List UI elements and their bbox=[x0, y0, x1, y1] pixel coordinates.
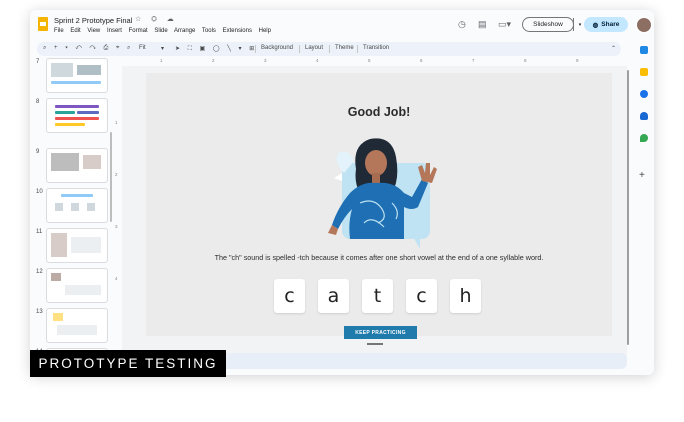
slide-thumbnail[interactable] bbox=[46, 98, 108, 133]
contacts-icon[interactable] bbox=[640, 112, 648, 120]
comment-icon[interactable]: ▤ bbox=[478, 19, 487, 30]
add-addon-icon[interactable]: + bbox=[639, 170, 645, 181]
slide-thumbnail[interactable] bbox=[46, 228, 108, 263]
collapse-toolbar-icon[interactable]: ⌃ bbox=[611, 45, 616, 52]
toolbar-insert-icons[interactable]: ➤ ⛶ ▣ ◯ ╲ ▾ ⊞ bbox=[175, 45, 257, 53]
slide-number: 13 bbox=[36, 309, 43, 315]
menu-tools[interactable]: Tools bbox=[202, 28, 216, 34]
slide-thumbnail[interactable] bbox=[46, 268, 108, 303]
toolbar-icons-left[interactable]: ⌕ + ▾ ↶ ↷ ⎙ ⌖ ⌕ bbox=[43, 45, 133, 52]
slide-number: 11 bbox=[36, 229, 43, 235]
background-button[interactable]: Background bbox=[261, 45, 293, 51]
menu-slide[interactable]: Slide bbox=[154, 28, 167, 34]
slide-thumbnail[interactable] bbox=[46, 188, 108, 223]
slides-logo-icon[interactable] bbox=[38, 17, 48, 31]
slide-number: 7 bbox=[36, 59, 40, 65]
menu-arrange[interactable]: Arrange bbox=[174, 28, 195, 34]
slide-thumbnail[interactable] bbox=[46, 308, 108, 343]
ruler-horizontal: 1 2 3 4 5 6 7 8 9 bbox=[160, 58, 579, 63]
menu-file[interactable]: File bbox=[54, 28, 64, 34]
toolbar-divider bbox=[299, 45, 300, 53]
maps-icon[interactable] bbox=[640, 134, 648, 142]
filmstrip-scrollbar[interactable] bbox=[110, 132, 112, 222]
prototype-testing-text: PROTOTYPE TESTING bbox=[38, 356, 218, 371]
calendar-icon[interactable] bbox=[640, 46, 648, 54]
ruler-vertical: 1 2 3 4 bbox=[115, 120, 118, 281]
menu-bar: File Edit View Insert Format Slide Arran… bbox=[54, 28, 276, 34]
share-button[interactable]: ◍ Share bbox=[584, 17, 628, 32]
slide-thumbnail[interactable] bbox=[46, 58, 108, 93]
slide-title[interactable]: Good Job! bbox=[146, 105, 612, 119]
letter-tile[interactable]: c bbox=[274, 279, 305, 313]
transition-button[interactable]: Transition bbox=[363, 45, 389, 51]
woman-waving-illustration[interactable] bbox=[304, 123, 454, 253]
slide-number: 12 bbox=[36, 269, 43, 275]
slide-thumbnail[interactable] bbox=[46, 148, 108, 183]
letter-tile[interactable]: h bbox=[450, 279, 481, 313]
menu-view[interactable]: View bbox=[87, 28, 100, 34]
document-title[interactable]: Sprint 2 Prototype Final bbox=[54, 16, 132, 25]
letter-tile[interactable]: a bbox=[318, 279, 349, 313]
keep-practicing-button[interactable]: KEEP PRACTICING bbox=[344, 326, 417, 339]
slides-window: Sprint 2 Prototype Final ☆ ⛭ ☁ File Edit… bbox=[30, 10, 654, 375]
menu-help[interactable]: Help bbox=[259, 28, 271, 34]
speaker-notes-drag-handle[interactable] bbox=[367, 343, 383, 345]
menu-edit[interactable]: Edit bbox=[70, 28, 80, 34]
slide-canvas[interactable]: Good Job! The "ch" sound is spelled -tch… bbox=[146, 73, 612, 339]
side-panel: + bbox=[634, 46, 654, 366]
tasks-icon[interactable] bbox=[640, 90, 648, 98]
toolbar: ⌕ + ▾ ↶ ↷ ⎙ ⌖ ⌕ Fit ▾ ➤ ⛶ ▣ ◯ ╲ ▾ ⊞ Back… bbox=[37, 42, 621, 56]
layout-button[interactable]: Layout bbox=[305, 45, 323, 51]
menu-format[interactable]: Format bbox=[129, 28, 148, 34]
menu-extensions[interactable]: Extensions bbox=[223, 28, 252, 34]
slideshow-button[interactable]: Slideshow ▾ bbox=[522, 17, 581, 32]
letter-tile[interactable]: c bbox=[406, 279, 437, 313]
header-actions: ◷ ▤ ▭▾ Slideshow ▾ ◍ Share bbox=[454, 15, 654, 35]
slideshow-label: Slideshow bbox=[533, 21, 563, 28]
canvas-scrollbar[interactable] bbox=[627, 70, 629, 345]
theme-button[interactable]: Theme bbox=[335, 45, 354, 51]
filmstrip: 7 8 9 10 11 12 13 bbox=[30, 58, 112, 360]
menu-insert[interactable]: Insert bbox=[107, 28, 122, 34]
slide-number: 8 bbox=[36, 99, 40, 105]
history-icon[interactable]: ◷ bbox=[458, 19, 466, 30]
video-call-icon[interactable]: ▭▾ bbox=[498, 19, 511, 30]
toolbar-divider bbox=[329, 45, 330, 53]
slide-sentence[interactable]: The "ch" sound is spelled -tch because i… bbox=[146, 253, 612, 262]
title-bar: Sprint 2 Prototype Final ☆ ⛭ ☁ File Edit… bbox=[30, 10, 654, 42]
avatar[interactable] bbox=[636, 17, 652, 33]
zoom-dropdown-icon[interactable]: ▾ bbox=[161, 45, 164, 52]
title-action-icons[interactable]: ☆ ⛭ ☁ bbox=[135, 15, 178, 24]
zoom-select[interactable]: Fit bbox=[139, 45, 146, 51]
toolbar-divider bbox=[255, 45, 256, 53]
keep-icon[interactable] bbox=[640, 68, 648, 76]
slide-number: 10 bbox=[36, 189, 43, 195]
toolbar-divider bbox=[357, 45, 358, 53]
prototype-testing-label: PROTOTYPE TESTING bbox=[30, 350, 226, 377]
slide-number: 9 bbox=[36, 149, 40, 155]
letter-tile[interactable]: t bbox=[362, 279, 393, 313]
share-label: Share bbox=[601, 21, 620, 28]
globe-icon: ◍ bbox=[592, 21, 599, 29]
